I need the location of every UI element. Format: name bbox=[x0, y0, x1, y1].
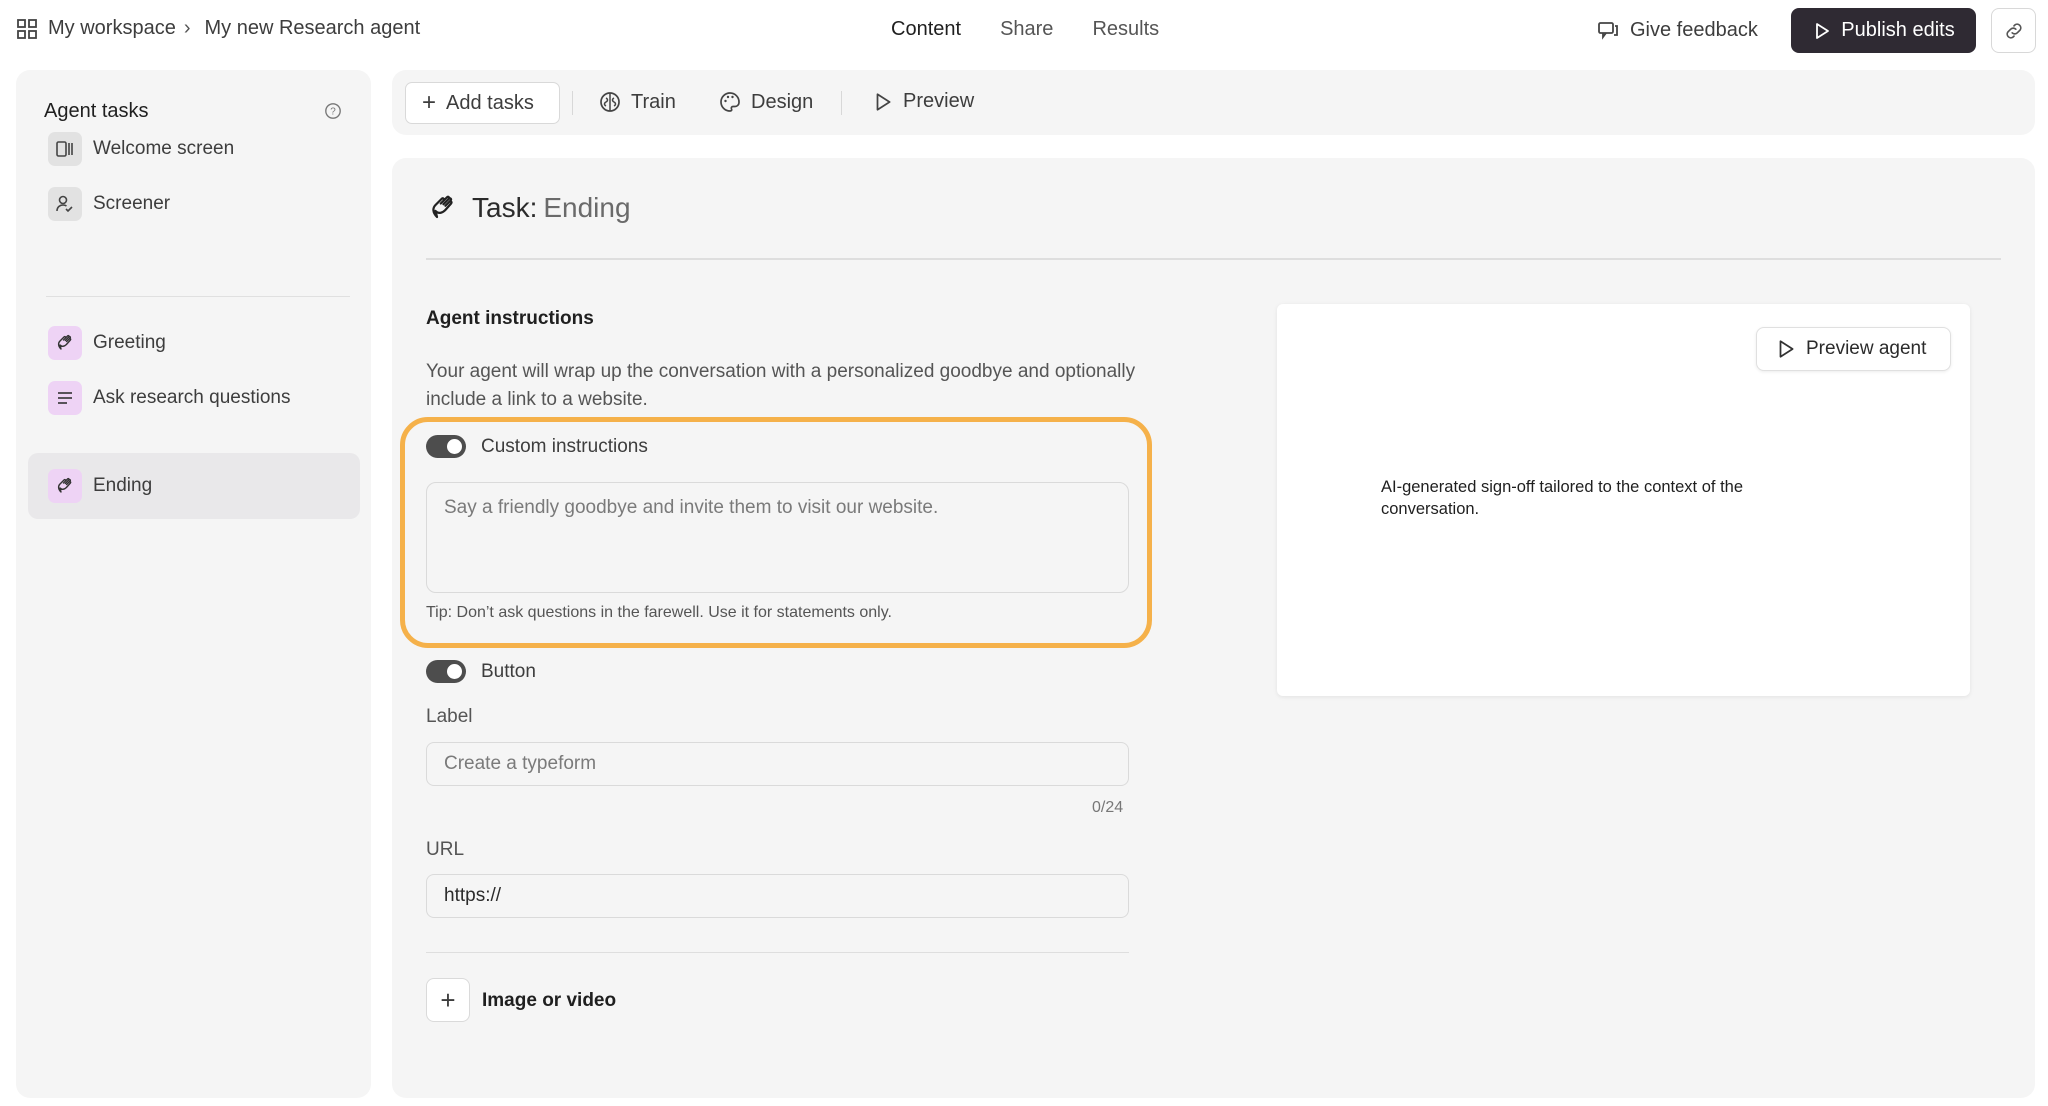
add-media-button[interactable]: + bbox=[426, 978, 470, 1022]
media-divider bbox=[426, 952, 1129, 953]
tab-share[interactable]: Share bbox=[1000, 18, 1053, 41]
image-or-video-label[interactable]: Image or video bbox=[482, 990, 616, 1012]
publish-edits-button[interactable]: Publish edits bbox=[1791, 8, 1976, 53]
breadcrumb: My workspace › My new Research agent bbox=[16, 17, 420, 40]
add-tasks-button[interactable]: + Add tasks bbox=[405, 82, 560, 124]
label-field-title: Label bbox=[426, 706, 473, 727]
play-icon bbox=[876, 92, 891, 111]
toggle-knob bbox=[447, 439, 462, 454]
wave-hand-icon bbox=[48, 326, 82, 360]
train-button[interactable]: Train bbox=[598, 90, 676, 114]
feedback-icon bbox=[1598, 22, 1618, 40]
breadcrumb-workspace[interactable]: My workspace bbox=[48, 17, 176, 40]
sidebar-item-screener[interactable]: Screener bbox=[28, 171, 360, 237]
design-label: Design bbox=[751, 90, 814, 113]
toolbar-divider bbox=[841, 91, 842, 115]
give-feedback-button[interactable]: Give feedback bbox=[1596, 18, 1758, 42]
button-toggle[interactable] bbox=[426, 660, 466, 683]
top-bar: My workspace › My new Research agent Con… bbox=[0, 0, 2048, 62]
task-name: Ending bbox=[543, 192, 631, 223]
toolbar-divider bbox=[572, 91, 573, 115]
welcome-screen-icon bbox=[48, 132, 82, 166]
tab-content[interactable]: Content bbox=[891, 18, 961, 41]
give-feedback-label: Give feedback bbox=[1630, 18, 1758, 41]
user-check-icon bbox=[48, 187, 82, 221]
copy-link-button[interactable] bbox=[1991, 8, 2036, 53]
sidebar-divider bbox=[46, 296, 350, 297]
text-lines-icon bbox=[48, 381, 82, 415]
task-editor-panel: Task: Ending Agent instructions Your age… bbox=[392, 158, 2035, 1098]
preview-agent-button[interactable]: Preview agent bbox=[1756, 327, 1951, 371]
sidebar-item-label: Greeting bbox=[93, 332, 166, 353]
custom-instructions-toggle[interactable] bbox=[426, 435, 466, 458]
agent-tasks-sidebar: Agent tasks ? Welcome screen Screener Gr… bbox=[16, 70, 371, 1098]
add-tasks-label: Add tasks bbox=[446, 91, 534, 114]
task-toolbar: + Add tasks Train Design Preview bbox=[392, 70, 2035, 135]
character-counter: 0/24 bbox=[1092, 799, 1124, 816]
sidebar-item-label: Ask research questions bbox=[93, 387, 291, 408]
preview-sign-off-text: AI-generated sign-off tailored to the co… bbox=[1381, 478, 1744, 518]
sidebar-item-ask-research-questions[interactable]: Ask research questions bbox=[28, 365, 360, 431]
button-url-input[interactable]: https:// bbox=[426, 874, 1129, 918]
publish-edits-label: Publish edits bbox=[1841, 19, 1955, 41]
task-heading: Task: Ending bbox=[428, 192, 631, 224]
custom-instructions-label: Custom instructions bbox=[481, 436, 648, 457]
agent-preview-card: Preview agent AI-generated sign-off tail… bbox=[1277, 304, 1970, 696]
play-icon bbox=[1816, 22, 1830, 39]
chevron-right-icon: › bbox=[183, 17, 191, 39]
breadcrumb-agent-name[interactable]: My new Research agent bbox=[204, 17, 420, 40]
task-prefix: Task: bbox=[472, 192, 538, 223]
top-nav: Content Share Results bbox=[891, 18, 1198, 41]
preview-button[interactable]: Preview bbox=[872, 90, 974, 113]
palette-icon bbox=[720, 92, 740, 112]
sidebar-item-ending[interactable]: Ending bbox=[28, 453, 360, 519]
custom-instructions-textarea[interactable]: Say a friendly goodbye and invite them t… bbox=[426, 482, 1129, 593]
train-icon bbox=[600, 92, 620, 112]
link-icon bbox=[2005, 22, 2022, 39]
plus-icon: + bbox=[422, 89, 437, 116]
heading-divider bbox=[426, 258, 2001, 260]
wave-hand-icon bbox=[432, 195, 453, 219]
grid-icon[interactable] bbox=[16, 18, 38, 40]
url-field-title: URL bbox=[426, 839, 465, 860]
wave-hand-icon bbox=[48, 469, 82, 503]
agent-instructions-description: Your agent will wrap up the conversation… bbox=[426, 361, 1136, 410]
custom-instructions-tip: Tip: Don’t ask questions in the farewell… bbox=[426, 604, 892, 621]
tab-results[interactable]: Results bbox=[1092, 18, 1159, 41]
sidebar-item-label: Welcome screen bbox=[93, 138, 235, 159]
button-toggle-label: Button bbox=[481, 661, 536, 682]
sidebar-item-label: Screener bbox=[93, 193, 171, 214]
train-label: Train bbox=[631, 90, 676, 113]
plus-icon: + bbox=[440, 984, 456, 1015]
toggle-knob bbox=[447, 664, 462, 679]
sidebar-item-label: Ending bbox=[93, 475, 153, 496]
design-button[interactable]: Design bbox=[718, 90, 813, 114]
play-icon bbox=[1779, 340, 1794, 358]
button-label-input[interactable]: Create a typeform bbox=[426, 742, 1129, 786]
agent-instructions-title: Agent instructions bbox=[426, 308, 594, 329]
preview-agent-label: Preview agent bbox=[1806, 338, 1927, 359]
preview-label: Preview bbox=[903, 90, 975, 112]
